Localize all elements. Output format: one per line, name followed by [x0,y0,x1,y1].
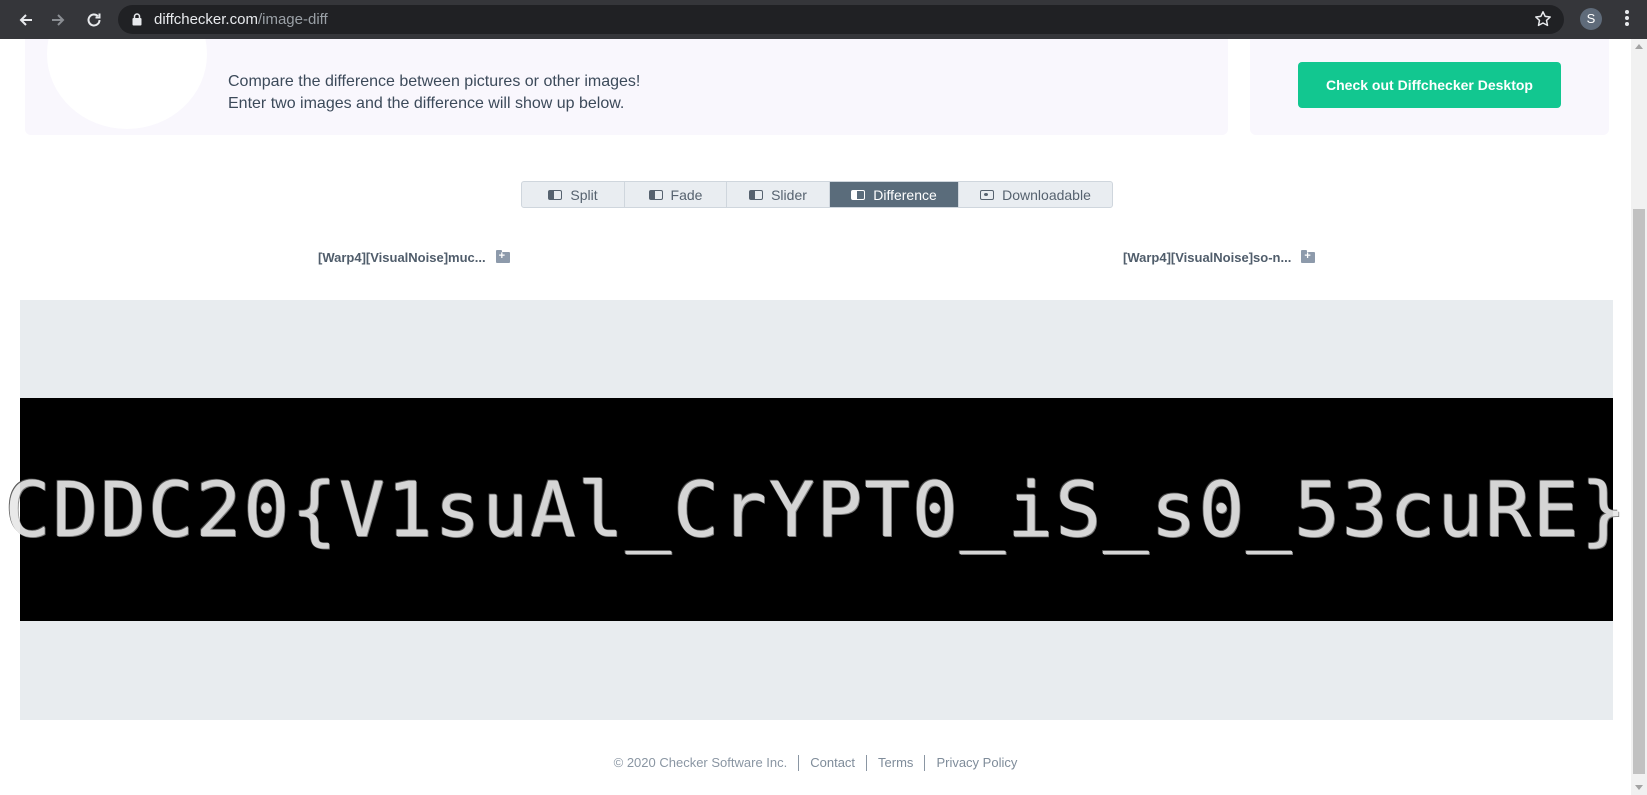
footer-privacy-link[interactable]: Privacy Policy [924,755,1028,771]
tab-label: Slider [771,186,807,203]
fade-view-icon [648,189,663,200]
page-viewport: Compare the difference between pictures … [0,39,1631,795]
browser-window: diffchecker.com/image-diff S Compare the… [0,0,1647,795]
split-view-icon [548,189,563,200]
tab-difference[interactable]: Difference [830,182,959,207]
folder-icon[interactable] [495,250,510,263]
footer-terms-link[interactable]: Terms [866,755,924,771]
hero-banner: Compare the difference between pictures … [25,39,1228,135]
arrow-right-icon [52,14,65,26]
tab-label: Difference [873,186,937,203]
difference-canvas: CDDC20{V1suAl_CrYPT0_iS_s0_53cuRE} [5,300,1626,720]
difference-image-text: CDDC20{V1suAl_CrYPT0_iS_s0_53cuRE} [4,465,1629,554]
difference-view-icon [851,189,866,200]
left-file-label: [Warp4][VisualNoise]muc... [318,250,486,265]
hero-tagline: Compare the difference between pictures … [228,73,641,90]
hero-instructions: Enter two images and the difference will… [228,95,625,112]
footer-contact-link[interactable]: Contact [798,755,866,771]
reload-icon [87,13,101,27]
url-text: diffchecker.com/image-diff [154,11,328,28]
kebab-menu-icon[interactable] [1620,10,1634,30]
tab-label: Fade [670,186,703,203]
scroll-up-arrow-icon[interactable] [1635,44,1643,49]
back-button[interactable] [14,8,38,32]
footer-copyright: © 2020 Checker Software Inc. [613,755,788,770]
left-file-name: [Warp4][VisualNoise]muc... [318,250,510,265]
reload-button[interactable] [82,8,106,32]
right-file-label: [Warp4][VisualNoise]so-n... [1123,250,1292,265]
tab-label: Downloadable [1002,186,1091,203]
profile-avatar[interactable]: S [1580,8,1602,30]
download-view-icon [980,189,995,200]
page-footer: © 2020 Checker Software Inc. Contact Ter… [0,755,1631,771]
tab-slider[interactable]: Slider [727,182,830,207]
diffchecker-desktop-button[interactable]: Check out Diffchecker Desktop [1298,62,1561,108]
tab-fade[interactable]: Fade [625,182,727,207]
slider-view-icon [749,189,764,200]
hero-illustration [47,39,207,129]
lock-icon [132,13,142,26]
browser-toolbar: diffchecker.com/image-diff S [0,0,1647,39]
scrollbar-thumb[interactable] [1633,209,1645,774]
difference-image: CDDC20{V1suAl_CrYPT0_iS_s0_53cuRE} [5,398,1626,621]
desktop-promo-card: Check out Diffchecker Desktop [1250,39,1609,135]
address-bar[interactable]: diffchecker.com/image-diff [118,5,1564,34]
url-path: /image-diff [257,11,328,28]
tab-split[interactable]: Split [522,182,625,207]
arrow-left-icon [19,14,32,26]
folder-icon[interactable] [1301,250,1316,263]
forward-button[interactable] [46,8,70,32]
tab-downloadable[interactable]: Downloadable [959,182,1112,207]
vertical-scrollbar[interactable] [1631,39,1647,795]
scroll-down-arrow-icon[interactable] [1635,785,1643,790]
star-icon[interactable] [1534,10,1552,28]
view-mode-tabs: Split Fade Slider Difference Downloadabl… [521,181,1113,208]
tab-label: Split [570,186,598,203]
url-host: diffchecker.com [154,11,258,28]
right-file-name: [Warp4][VisualNoise]so-n... [1123,250,1316,265]
